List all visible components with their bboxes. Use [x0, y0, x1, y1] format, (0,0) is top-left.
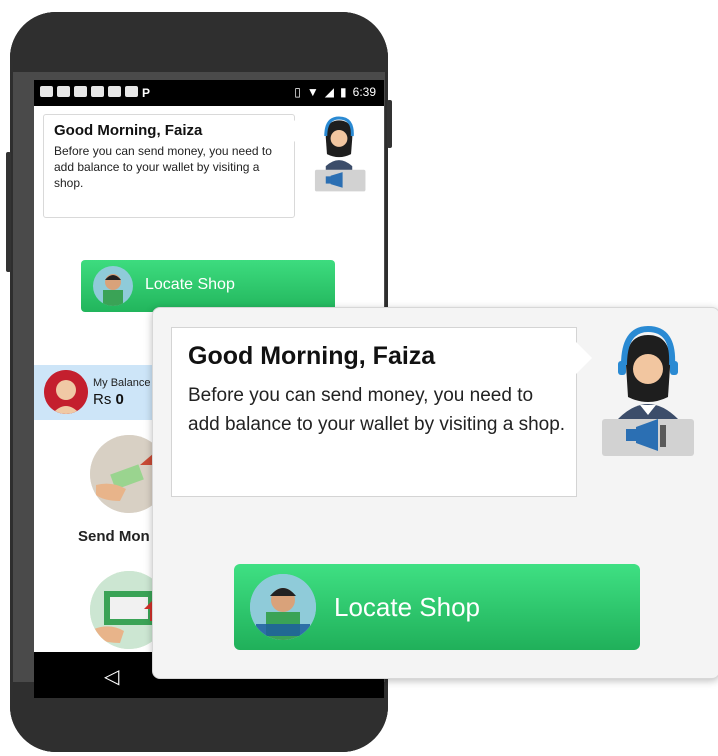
power-button	[387, 100, 392, 148]
signal-icon: ◢	[324, 85, 335, 99]
greeting-title: Good Morning, Faiza	[54, 122, 203, 139]
support-agent-icon	[314, 116, 366, 192]
wifi-icon: ▼	[306, 85, 319, 99]
notification-icon	[91, 86, 104, 97]
balance-currency: Rs	[93, 391, 112, 408]
phone-top-bezel	[10, 12, 388, 72]
locate-shop-button[interactable]: Locate Shop	[234, 564, 640, 650]
zoomed-greeting-message: Before you can send money, you need to a…	[188, 385, 566, 435]
locate-shop-label-small: Locate Shop	[145, 276, 235, 293]
user-avatar[interactable]	[44, 370, 88, 414]
zoomed-greeting-card: Good Morning, Faiza Before you can send …	[171, 327, 577, 497]
shopkeeper-avatar	[250, 574, 316, 640]
support-agent-icon	[602, 325, 694, 456]
notification-icon	[74, 86, 87, 97]
back-triangle-icon[interactable]: ◁	[104, 664, 119, 689]
status-bar: P ▯ ▼ ◢ ▮ 6:39	[34, 80, 384, 106]
system-icons: ▯ ▼ ◢ ▮ 6:39	[294, 85, 376, 99]
notification-icon	[108, 86, 121, 97]
shopkeeper-avatar	[93, 266, 133, 306]
notification-icon	[57, 86, 70, 97]
speech-tail	[294, 120, 304, 142]
zoomed-greeting-title: Good Morning, Faiza	[188, 342, 436, 370]
locate-shop-label: Locate Shop	[334, 592, 481, 622]
balance-amount: 0	[115, 391, 124, 408]
balance-label: My Balance	[93, 377, 151, 389]
greeting-card: Good Morning, Faiza Before you can send …	[43, 114, 295, 218]
notification-icon	[125, 86, 138, 97]
notification-icon	[40, 86, 53, 97]
send-money-label[interactable]: Send Mon	[78, 528, 150, 545]
balance-value: Rs 0	[93, 391, 124, 408]
greeting-message: Before you can send money, you need to a…	[54, 144, 272, 190]
clock: 6:39	[352, 85, 376, 99]
paypal-icon: P	[142, 86, 151, 100]
zoomed-callout: Good Morning, Faiza Before you can send …	[152, 307, 718, 679]
notification-icons: P	[40, 86, 150, 100]
volume-button	[6, 152, 11, 272]
zoomed-speech-tail	[576, 342, 592, 374]
locate-shop-button-small[interactable]: Locate Shop	[81, 260, 335, 312]
battery-icon: ▮	[340, 85, 347, 99]
vibrate-icon: ▯	[294, 85, 301, 99]
